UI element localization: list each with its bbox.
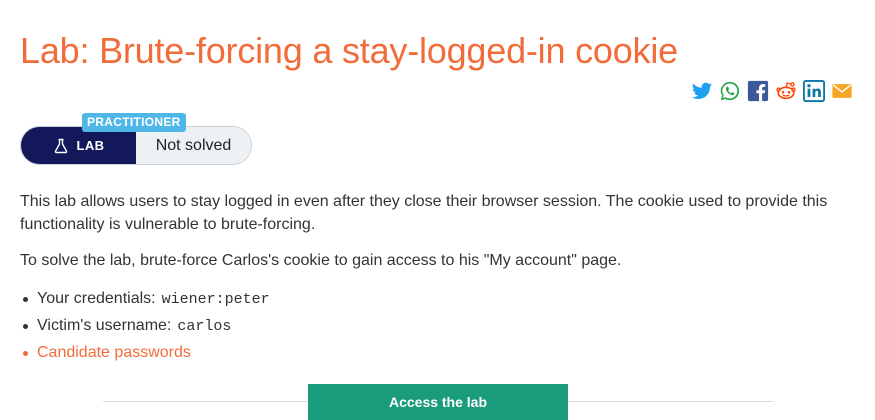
- list-item: Your credentials: wiener:peter: [20, 286, 850, 313]
- difficulty-badge: PRACTITIONER: [82, 113, 186, 132]
- email-icon[interactable]: [831, 80, 853, 102]
- flask-icon: [54, 138, 67, 153]
- twitter-icon[interactable]: [691, 80, 713, 102]
- solved-status: Not solved: [136, 127, 251, 164]
- whatsapp-icon[interactable]: [719, 80, 741, 102]
- list-item: Candidate passwords: [20, 340, 850, 366]
- objective-paragraph: To solve the lab, brute-force Carlos's c…: [20, 252, 622, 269]
- description-paragraph: This lab allows users to stay logged in …: [20, 193, 828, 233]
- lab-description: This lab allows users to stay logged in …: [20, 190, 850, 366]
- share-bar: [691, 80, 853, 102]
- lab-page: Lab: Brute-forcing a stay-logged-in cook…: [0, 0, 875, 420]
- credentials-list: Your credentials: wiener:peter Victim's u…: [20, 286, 850, 366]
- access-lab-button[interactable]: Access the lab: [308, 384, 568, 420]
- linkedin-icon[interactable]: [803, 80, 825, 102]
- reddit-icon[interactable]: [775, 80, 797, 102]
- your-credentials-value: wiener:peter: [161, 291, 270, 308]
- facebook-icon[interactable]: [747, 80, 769, 102]
- victim-username-value: carlos: [177, 318, 232, 335]
- list-item: Victim's username: carlos: [20, 313, 850, 340]
- lab-label-segment: LAB: [21, 127, 136, 164]
- your-credentials-label: Your credentials:: [37, 290, 156, 307]
- page-title: Lab: Brute-forcing a stay-logged-in cook…: [20, 30, 678, 71]
- victim-username-label: Victim's username:: [37, 317, 172, 334]
- candidate-passwords-link[interactable]: Candidate passwords: [37, 344, 191, 361]
- lab-label: LAB: [76, 138, 105, 153]
